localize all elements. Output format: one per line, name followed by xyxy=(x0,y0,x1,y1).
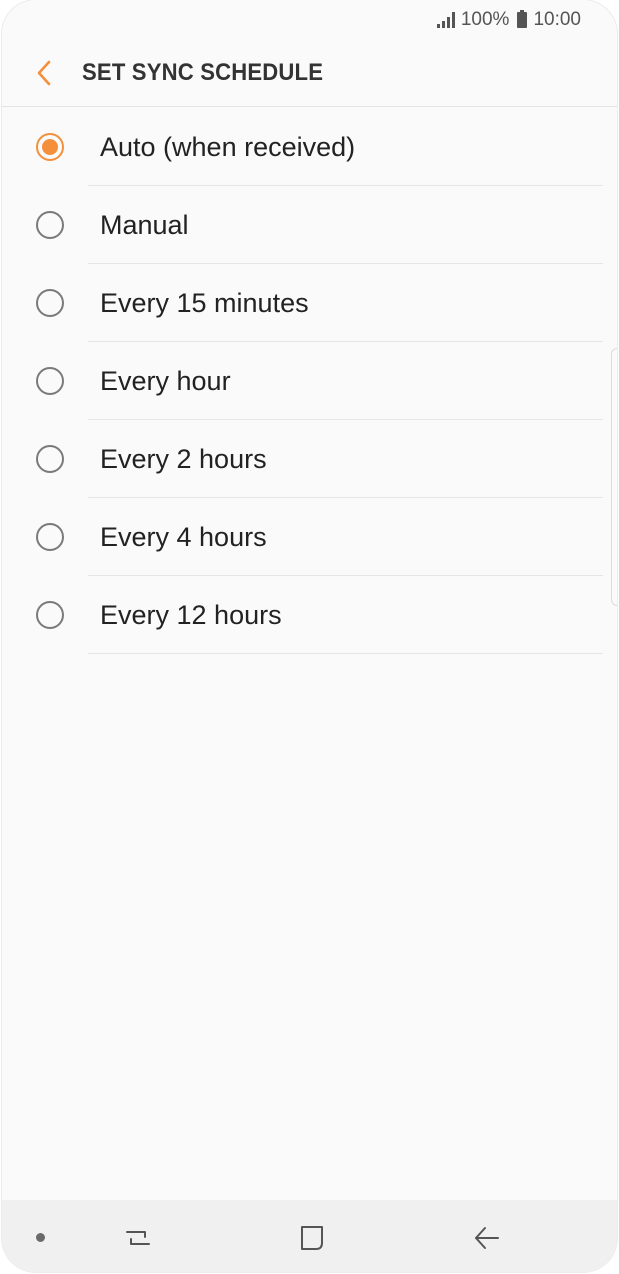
radio-unselected-icon[interactable] xyxy=(36,523,64,551)
option-manual[interactable]: Manual xyxy=(2,186,617,264)
home-icon xyxy=(301,1226,323,1250)
chevron-left-icon xyxy=(37,60,51,86)
option-label: Every 2 hours xyxy=(100,443,267,474)
option-label: Every 12 hours xyxy=(100,599,282,630)
battery-percentage: 100% xyxy=(460,9,510,30)
option-auto-when-received[interactable]: Auto (when received) xyxy=(2,108,617,186)
dot-icon xyxy=(36,1233,45,1242)
battery-icon xyxy=(517,10,528,28)
option-label: Every 4 hours xyxy=(100,521,267,552)
radio-unselected-icon[interactable] xyxy=(36,289,64,317)
status-bar: 100% 10:00 xyxy=(2,0,617,40)
recent-apps-icon xyxy=(126,1231,150,1245)
radio-selected-icon[interactable] xyxy=(36,133,64,161)
back-nav-button[interactable] xyxy=(466,1218,506,1258)
option-every-hour[interactable]: Every hour xyxy=(2,342,617,420)
clock: 10:00 xyxy=(533,9,581,30)
radio-unselected-icon[interactable] xyxy=(36,367,64,395)
home-button[interactable] xyxy=(292,1218,332,1258)
option-label: Manual xyxy=(100,209,189,240)
option-every-15-minutes[interactable]: Every 15 minutes xyxy=(2,264,617,342)
radio-unselected-icon[interactable] xyxy=(36,211,64,239)
signal-icon xyxy=(436,12,455,28)
app-header: SET SYNC SCHEDULE xyxy=(2,40,617,107)
recent-apps-button[interactable] xyxy=(118,1218,158,1258)
option-every-4-hours[interactable]: Every 4 hours xyxy=(2,498,617,576)
option-label: Every 15 minutes xyxy=(100,287,309,318)
back-arrow-icon xyxy=(475,1227,499,1249)
option-label: Every hour xyxy=(100,365,231,396)
back-button[interactable] xyxy=(24,53,64,93)
edge-panel-handle[interactable] xyxy=(611,348,617,606)
page-title: SET SYNC SCHEDULE xyxy=(82,59,324,86)
radio-unselected-icon[interactable] xyxy=(36,445,64,473)
option-label: Auto (when received) xyxy=(100,131,356,162)
navigation-bar xyxy=(2,1200,617,1272)
radio-unselected-icon[interactable] xyxy=(36,601,64,629)
sync-schedule-list: Auto (when received) Manual Every 15 min… xyxy=(2,108,617,654)
option-every-2-hours[interactable]: Every 2 hours xyxy=(2,420,617,498)
phone-screen: 100% 10:00 SET SYNC SCHEDULE Auto (when … xyxy=(2,0,617,1272)
option-every-12-hours[interactable]: Every 12 hours xyxy=(2,576,617,654)
